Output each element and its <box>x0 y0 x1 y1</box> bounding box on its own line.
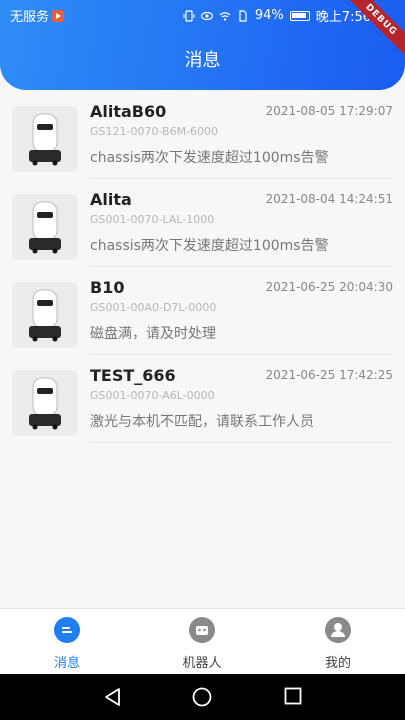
tab-profile[interactable]: 我的 <box>288 617 388 671</box>
page-title: 消息 <box>184 50 221 71</box>
message-text: chassis两次下发速度超过100ms告警 <box>90 238 329 254</box>
recents-icon[interactable] <box>284 687 302 705</box>
battery-percent: 94% <box>254 8 284 23</box>
robot-serial: GS001-0070-A6L-0000 <box>90 389 215 402</box>
status-bar: 无服务 94% 晚上7:56 <box>0 0 405 28</box>
message-item[interactable]: Alita 2021-08-04 14:24:51 GS001-0070-LAL… <box>0 186 405 274</box>
tab-robots-label: 机器人 <box>182 656 222 671</box>
back-icon[interactable] <box>103 687 121 707</box>
status-right: 94% 晚上7:56 <box>183 6 371 25</box>
robot-name: AlitaB60 <box>90 102 167 121</box>
message-time: 2021-06-25 17:42:25 <box>265 368 393 382</box>
robot-thumbnail <box>12 370 78 436</box>
divider <box>90 266 393 267</box>
robot-image-icon <box>29 377 61 430</box>
header: 无服务 94% 晚上7:56 消息 <box>0 0 405 90</box>
divider <box>90 178 393 179</box>
tab-robots[interactable]: 机器人 <box>152 617 252 671</box>
message-text: 激光与本机不匹配，请联系工作人员 <box>90 414 314 430</box>
message-time: 2021-08-05 17:29:07 <box>265 104 393 118</box>
robot-image-icon <box>29 289 61 342</box>
robot-name: B10 <box>90 278 125 297</box>
robot-name: TEST_666 <box>90 366 176 385</box>
tab-profile-label: 我的 <box>324 656 351 671</box>
profile-icon <box>325 617 351 643</box>
robot-serial: GS001-0070-LAL-1000 <box>90 213 215 226</box>
home-icon[interactable] <box>192 687 212 707</box>
robot-icon <box>189 617 215 643</box>
robot-thumbnail <box>12 106 78 172</box>
message-item[interactable]: AlitaB60 2021-08-05 17:29:07 GS121-0070-… <box>0 98 405 186</box>
message-time: 2021-08-04 14:24:51 <box>265 192 393 206</box>
tab-messages-label: 消息 <box>53 656 80 671</box>
carrier-text: 无服务 <box>10 10 50 25</box>
divider <box>90 442 393 443</box>
robot-serial: GS001-00A0-D7L-0000 <box>90 301 217 314</box>
status-left: 无服务 <box>10 6 65 25</box>
message-text: chassis两次下发速度超过100ms告警 <box>90 150 329 166</box>
message-time: 2021-06-25 20:04:30 <box>265 280 393 294</box>
system-nav-bar <box>0 674 405 720</box>
media-icon <box>52 9 65 22</box>
divider <box>90 354 393 355</box>
message-text: 磁盘满，请及时处理 <box>90 326 216 342</box>
message-list: AlitaB60 2021-08-05 17:29:07 GS121-0070-… <box>0 98 405 450</box>
bottom-nav: 消息 机器人 我的 <box>0 608 405 674</box>
message-item[interactable]: B10 2021-06-25 20:04:30 GS001-00A0-D7L-0… <box>0 274 405 362</box>
robot-image-icon <box>29 201 61 254</box>
message-item[interactable]: TEST_666 2021-06-25 17:42:25 GS001-0070-… <box>0 362 405 450</box>
battery-icon <box>289 10 310 21</box>
robot-name: Alita <box>90 190 132 209</box>
robot-thumbnail <box>12 282 78 348</box>
robot-thumbnail <box>12 194 78 260</box>
robot-serial: GS121-0070-B6M-6000 <box>90 125 219 138</box>
robot-image-icon <box>29 113 61 166</box>
vibrate-icon <box>183 9 195 22</box>
chat-icon <box>54 617 80 643</box>
tab-messages[interactable]: 消息 <box>17 617 117 671</box>
eye-icon <box>200 11 213 20</box>
sim-icon <box>239 9 247 22</box>
wifi-icon <box>219 11 231 21</box>
